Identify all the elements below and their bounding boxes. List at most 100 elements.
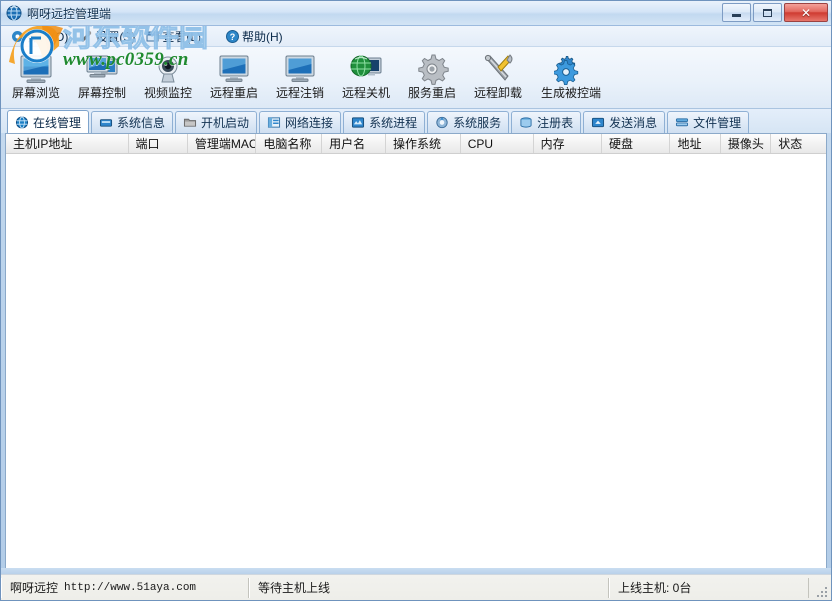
monitor-logoff-icon — [283, 53, 317, 85]
globe-icon — [15, 116, 29, 129]
status-panel-brand: 啊呀远控 http://www.51aya.com — [1, 578, 249, 598]
column-header-os[interactable]: 操作系统 — [386, 134, 461, 153]
minimize-icon — [732, 14, 741, 17]
status-panel-online-count: 上线主机: 0台 — [609, 578, 809, 598]
status-brand-text: 啊呀远控 — [10, 579, 58, 596]
toolbar-label: 生成被控端 — [541, 86, 601, 100]
toolbar-button-generate-client[interactable]: 生成被控端 — [531, 50, 611, 106]
menu-item-view[interactable]: 查看(L) — [142, 27, 208, 46]
tab-label: 在线管理 — [33, 114, 81, 131]
webcam-icon — [151, 53, 185, 85]
tab-label: 系统服务 — [453, 114, 501, 131]
tab-network-connections[interactable]: 网络连接 — [259, 111, 341, 133]
tab-label: 系统信息 — [117, 114, 165, 131]
globe-monitor-icon — [349, 53, 383, 85]
column-header-computer-name[interactable]: 电脑名称 — [256, 134, 322, 153]
window-title: 啊呀远控管理端 — [27, 5, 111, 22]
column-header-camera[interactable]: 摄像头 — [721, 134, 771, 153]
monitor-restart-icon — [217, 53, 251, 85]
process-icon — [351, 116, 365, 129]
gear-blue-icon — [11, 30, 24, 43]
close-icon: ✕ — [801, 6, 811, 20]
tab-strip: 在线管理 系统信息 开机启动 网络连接 — [1, 109, 831, 133]
menu-item-help[interactable]: ? 帮助(H) — [222, 27, 290, 46]
host-list-header: 主机IP地址 端口 管理端MAC 电脑名称 用户名 操作系统 CPU 内存 硬盘… — [6, 134, 826, 154]
gears-blue-icon — [554, 53, 588, 85]
status-panel-message: 等待主机上线 — [249, 578, 609, 598]
network-icon — [267, 116, 281, 129]
tab-system-info[interactable]: 系统信息 — [91, 111, 173, 133]
toolbar-label: 服务重启 — [408, 86, 456, 100]
svg-text:?: ? — [230, 32, 236, 42]
toolbar-button-screen-control[interactable]: 屏幕控制 — [69, 50, 135, 106]
host-list-panel: 主机IP地址 端口 管理端MAC 电脑名称 用户名 操作系统 CPU 内存 硬盘… — [5, 133, 827, 570]
help-circle-icon: ? — [226, 30, 239, 43]
tab-label: 文件管理 — [693, 114, 741, 131]
toolbar: 屏幕浏览 屏幕控制 视频监控 — [1, 47, 831, 109]
title-bar[interactable]: 啊呀远控管理端 ✕ — [1, 1, 831, 26]
folder-icon — [183, 116, 197, 129]
toolbar-button-remote-shutdown[interactable]: 远程关机 — [333, 50, 399, 106]
toolbar-label: 远程注销 — [276, 86, 324, 100]
menu-label: 查看(L) — [162, 28, 201, 45]
tab-system-processes[interactable]: 系统进程 — [343, 111, 425, 133]
column-header-address[interactable]: 地址 — [670, 134, 720, 153]
tab-label: 网络连接 — [285, 114, 333, 131]
tab-system-services[interactable]: 系统服务 — [427, 111, 509, 133]
column-header-memory[interactable]: 内存 — [534, 134, 602, 153]
message-icon — [591, 116, 605, 129]
status-brand-url: http://www.51aya.com — [64, 582, 196, 594]
tab-label: 发送消息 — [609, 114, 657, 131]
menu-item-operations[interactable]: 操作(O) — [7, 27, 75, 46]
maximize-button[interactable] — [753, 3, 782, 22]
column-header-port[interactable]: 端口 — [129, 134, 188, 153]
menu-label: 帮助(H) — [242, 28, 283, 45]
toolbar-label: 远程重启 — [210, 86, 258, 100]
registry-icon — [519, 116, 533, 129]
globe-icon — [6, 5, 22, 21]
tab-label: 注册表 — [537, 114, 573, 131]
tab-registry[interactable]: 注册表 — [511, 111, 581, 133]
status-bar: 啊呀远控 http://www.51aya.com 等待主机上线 上线主机: 0… — [1, 574, 831, 600]
window-controls: ✕ — [722, 3, 828, 22]
toolbar-button-service-restart[interactable]: 服务重启 — [399, 50, 465, 106]
toolbar-button-remote-logoff[interactable]: 远程注销 — [267, 50, 333, 106]
toolbar-label: 屏幕控制 — [78, 86, 126, 100]
tab-label: 开机启动 — [201, 114, 249, 131]
tab-startup[interactable]: 开机启动 — [175, 111, 257, 133]
toolbar-button-remote-uninstall[interactable]: 远程卸载 — [465, 50, 531, 106]
tools-icon — [481, 53, 515, 85]
toolbar-button-remote-restart[interactable]: 远程重启 — [201, 50, 267, 106]
host-list-body[interactable] — [6, 154, 826, 569]
gear-gray-icon — [415, 53, 449, 85]
close-button[interactable]: ✕ — [784, 3, 828, 22]
window-icon — [146, 30, 159, 43]
toolbar-button-video-monitor[interactable]: 视频监控 — [135, 50, 201, 106]
toolbar-label: 视频监控 — [144, 86, 192, 100]
tab-label: 系统进程 — [369, 114, 417, 131]
toolbar-label: 远程卸载 — [474, 86, 522, 100]
tab-file-management[interactable]: 文件管理 — [667, 111, 749, 133]
toolbar-label: 远程关机 — [342, 86, 390, 100]
menu-label: 设置(S) — [95, 28, 135, 45]
tab-online-management[interactable]: 在线管理 — [7, 110, 89, 133]
menu-bar: 操作(O) 设置(S) 查看(L) ? 帮助(H) — [1, 26, 831, 47]
minimize-button[interactable] — [722, 3, 751, 22]
column-header-host-ip[interactable]: 主机IP地址 — [6, 134, 129, 153]
application-window: 啊呀远控管理端 ✕ 河东软件园 www.pc0359.cn — [0, 0, 832, 601]
column-header-manager-mac[interactable]: 管理端MAC — [188, 134, 256, 153]
toolbar-button-screen-browse[interactable]: 屏幕浏览 — [3, 50, 69, 106]
column-header-username[interactable]: 用户名 — [322, 134, 386, 153]
toolbar-label: 屏幕浏览 — [12, 86, 60, 100]
column-header-cpu[interactable]: CPU — [461, 134, 534, 153]
resize-grip[interactable] — [815, 585, 829, 599]
blue-box-icon — [99, 116, 113, 129]
monitor-icon — [19, 53, 53, 85]
column-header-disk[interactable]: 硬盘 — [602, 134, 670, 153]
files-icon — [675, 116, 689, 129]
maximize-icon — [763, 9, 772, 17]
service-icon — [435, 116, 449, 129]
column-header-status[interactable]: 状态 — [771, 134, 826, 153]
tab-send-message[interactable]: 发送消息 — [583, 111, 665, 133]
menu-item-settings[interactable]: 设置(S) — [75, 27, 142, 46]
